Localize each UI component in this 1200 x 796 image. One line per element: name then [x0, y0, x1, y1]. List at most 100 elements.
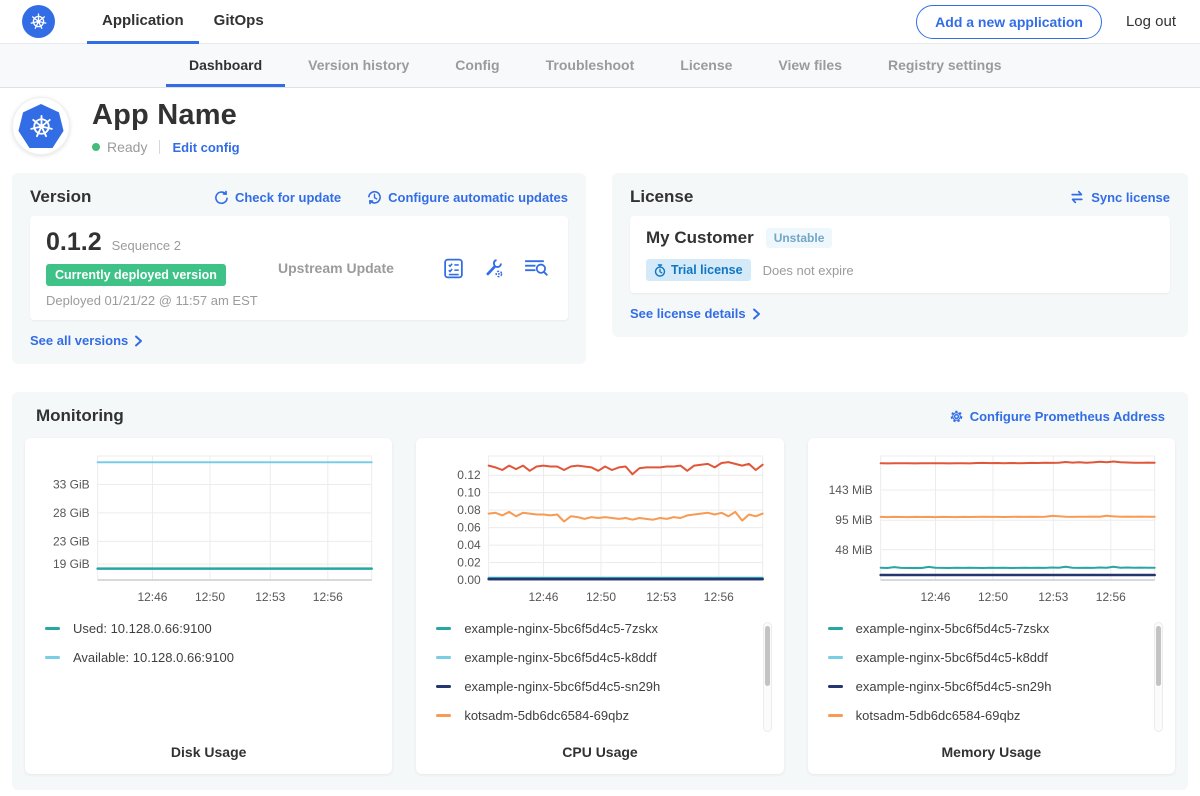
legend-color-dash — [828, 656, 843, 659]
current-version-box: 0.1.2 Sequence 2 Currently deployed vers… — [30, 216, 568, 320]
logs-search-icon — [523, 257, 548, 279]
top-tab-gitops[interactable]: GitOps — [199, 0, 279, 44]
sync-license-link[interactable]: Sync license — [1069, 190, 1170, 205]
check-for-update-link[interactable]: Check for update — [214, 190, 341, 205]
license-card: License Sync license My Customer Unstabl… — [612, 173, 1188, 337]
svg-text:12:56: 12:56 — [313, 590, 343, 604]
disk-usage-card: 19 GiB23 GiB28 GiB33 GiB12:4612:5012:531… — [25, 438, 392, 774]
subnav-tab-troubleshoot[interactable]: Troubleshoot — [523, 44, 658, 87]
monitoring-section: Monitoring Configure Prometheus Address … — [12, 392, 1188, 790]
deploy-logs-button[interactable] — [523, 257, 548, 279]
stopwatch-icon — [654, 264, 666, 277]
legend-color-dash — [45, 656, 60, 659]
subnav-tab-registry-settings[interactable]: Registry settings — [865, 44, 1025, 87]
svg-text:12:53: 12:53 — [647, 590, 677, 604]
legend-label: example-nginx-5bc6f5d4c5-k8ddf — [464, 650, 656, 665]
summary-panels: Version Check for update Configure au — [12, 173, 1188, 364]
legend-label: kotsadm-5db6dc6584-69qbz — [464, 708, 629, 723]
chevron-right-icon — [134, 335, 143, 347]
legend-label: kotsadm-5db6dc6584-69qbz — [856, 708, 1021, 723]
helm-wheel-icon — [28, 113, 55, 140]
license-card-title: License — [630, 187, 693, 207]
svg-text:0.10: 0.10 — [458, 486, 482, 500]
gear-icon — [949, 409, 964, 424]
svg-text:0.08: 0.08 — [458, 503, 482, 517]
version-card: Version Check for update Configure au — [12, 173, 586, 364]
subnav-tab-license[interactable]: License — [657, 44, 755, 87]
legend-scrollbar-thumb[interactable] — [1156, 626, 1161, 686]
svg-text:12:50: 12:50 — [586, 590, 616, 604]
legend-color-dash — [828, 685, 843, 688]
cpu-usage-legend: example-nginx-5bc6f5d4c5-7zskxexample-ng… — [436, 620, 771, 740]
chart-title-memory: Memory Usage — [818, 744, 1165, 760]
monitoring-title: Monitoring — [36, 406, 124, 426]
status-dot — [92, 143, 100, 151]
app-sub-nav: Dashboard Version history Config Trouble… — [0, 44, 1200, 88]
update-type-label: Upstream Update — [278, 260, 442, 276]
svg-text:143 MiB: 143 MiB — [828, 483, 872, 497]
svg-text:28 GiB: 28 GiB — [53, 506, 90, 520]
legend-item: example-nginx-5bc6f5d4c5-7zskx — [828, 620, 1145, 637]
version-card-title: Version — [30, 187, 91, 207]
memory-usage-chart: 48 MiB95 MiB143 MiB12:4612:5012:5312:56 — [818, 448, 1165, 612]
legend-color-dash — [45, 627, 60, 630]
legend-item: kotsadm-5db6dc6584-69qbz — [436, 707, 753, 724]
top-tab-application[interactable]: Application — [87, 0, 199, 44]
legend-scrollbar[interactable] — [763, 622, 772, 732]
status-text: Ready — [107, 139, 147, 155]
refresh-icon — [214, 190, 229, 205]
legend-color-dash — [828, 627, 843, 630]
svg-text:12:53: 12:53 — [1038, 590, 1068, 604]
svg-text:0.12: 0.12 — [458, 468, 482, 482]
legend-color-dash — [828, 714, 843, 717]
configure-prometheus-link[interactable]: Configure Prometheus Address — [949, 409, 1165, 424]
cpu-usage-chart: 0.000.020.040.060.080.100.1212:4612:5012… — [426, 448, 773, 612]
svg-text:0.00: 0.00 — [458, 573, 482, 587]
legend-color-dash — [436, 627, 451, 630]
legend-item: example-nginx-5bc6f5d4c5-sn29h — [828, 678, 1145, 695]
clock-arrow-icon — [367, 190, 382, 205]
license-details-box: My Customer Unstable Trial license Does … — [630, 216, 1170, 293]
svg-text:12:50: 12:50 — [195, 590, 225, 604]
subnav-tab-version-history[interactable]: Version history — [285, 44, 432, 87]
preflight-checks-button[interactable] — [442, 257, 465, 280]
config-values-button[interactable] — [482, 257, 506, 280]
see-all-versions-link[interactable]: See all versions — [30, 333, 143, 348]
sequence-label: Sequence 2 — [112, 238, 181, 253]
top-nav: Application GitOps Add a new application… — [0, 0, 1200, 44]
logout-link[interactable]: Log out — [1126, 13, 1176, 30]
subnav-tab-dashboard[interactable]: Dashboard — [166, 44, 285, 87]
svg-text:0.04: 0.04 — [458, 538, 482, 552]
add-new-application-button[interactable]: Add a new application — [916, 5, 1102, 39]
legend-color-dash — [436, 685, 451, 688]
kubernetes-heptagon-icon — [18, 104, 64, 148]
legend-scrollbar-thumb[interactable] — [765, 626, 770, 686]
legend-label: Available: 10.128.0.66:9100 — [73, 650, 234, 665]
memory-usage-card: 48 MiB95 MiB143 MiB12:4612:5012:5312:56 … — [808, 438, 1175, 774]
wrench-gear-icon — [482, 257, 506, 280]
legend-label: example-nginx-5bc6f5d4c5-sn29h — [856, 679, 1052, 694]
svg-text:12:46: 12:46 — [920, 590, 950, 604]
legend-item: example-nginx-5bc6f5d4c5-k8ddf — [828, 649, 1145, 666]
charts-row: 19 GiB23 GiB28 GiB33 GiB12:4612:5012:531… — [25, 438, 1175, 774]
disk-usage-legend: Used: 10.128.0.66:9100Available: 10.128.… — [45, 620, 380, 740]
configure-automatic-updates-link[interactable]: Configure automatic updates — [367, 190, 568, 205]
subnav-tab-view-files[interactable]: View files — [755, 44, 865, 87]
svg-text:12:56: 12:56 — [1095, 590, 1125, 604]
svg-text:12:46: 12:46 — [137, 590, 167, 604]
svg-text:0.06: 0.06 — [458, 521, 482, 535]
see-license-details-link[interactable]: See license details — [630, 306, 761, 321]
customer-name: My Customer — [646, 228, 754, 248]
svg-text:12:50: 12:50 — [978, 590, 1008, 604]
svg-text:12:56: 12:56 — [704, 590, 734, 604]
subnav-tab-config[interactable]: Config — [432, 44, 522, 87]
legend-scrollbar[interactable] — [1154, 622, 1163, 732]
kubernetes-logo-icon[interactable] — [22, 5, 55, 38]
disk-usage-chart: 19 GiB23 GiB28 GiB33 GiB12:4612:5012:531… — [35, 448, 382, 612]
app-avatar — [12, 97, 70, 155]
cpu-usage-card: 0.000.020.040.060.080.100.1212:4612:5012… — [416, 438, 783, 774]
app-header: App Name Ready Edit config — [0, 88, 1200, 167]
legend-color-dash — [436, 656, 451, 659]
channel-badge: Unstable — [766, 228, 833, 248]
edit-config-link[interactable]: Edit config — [172, 140, 239, 155]
